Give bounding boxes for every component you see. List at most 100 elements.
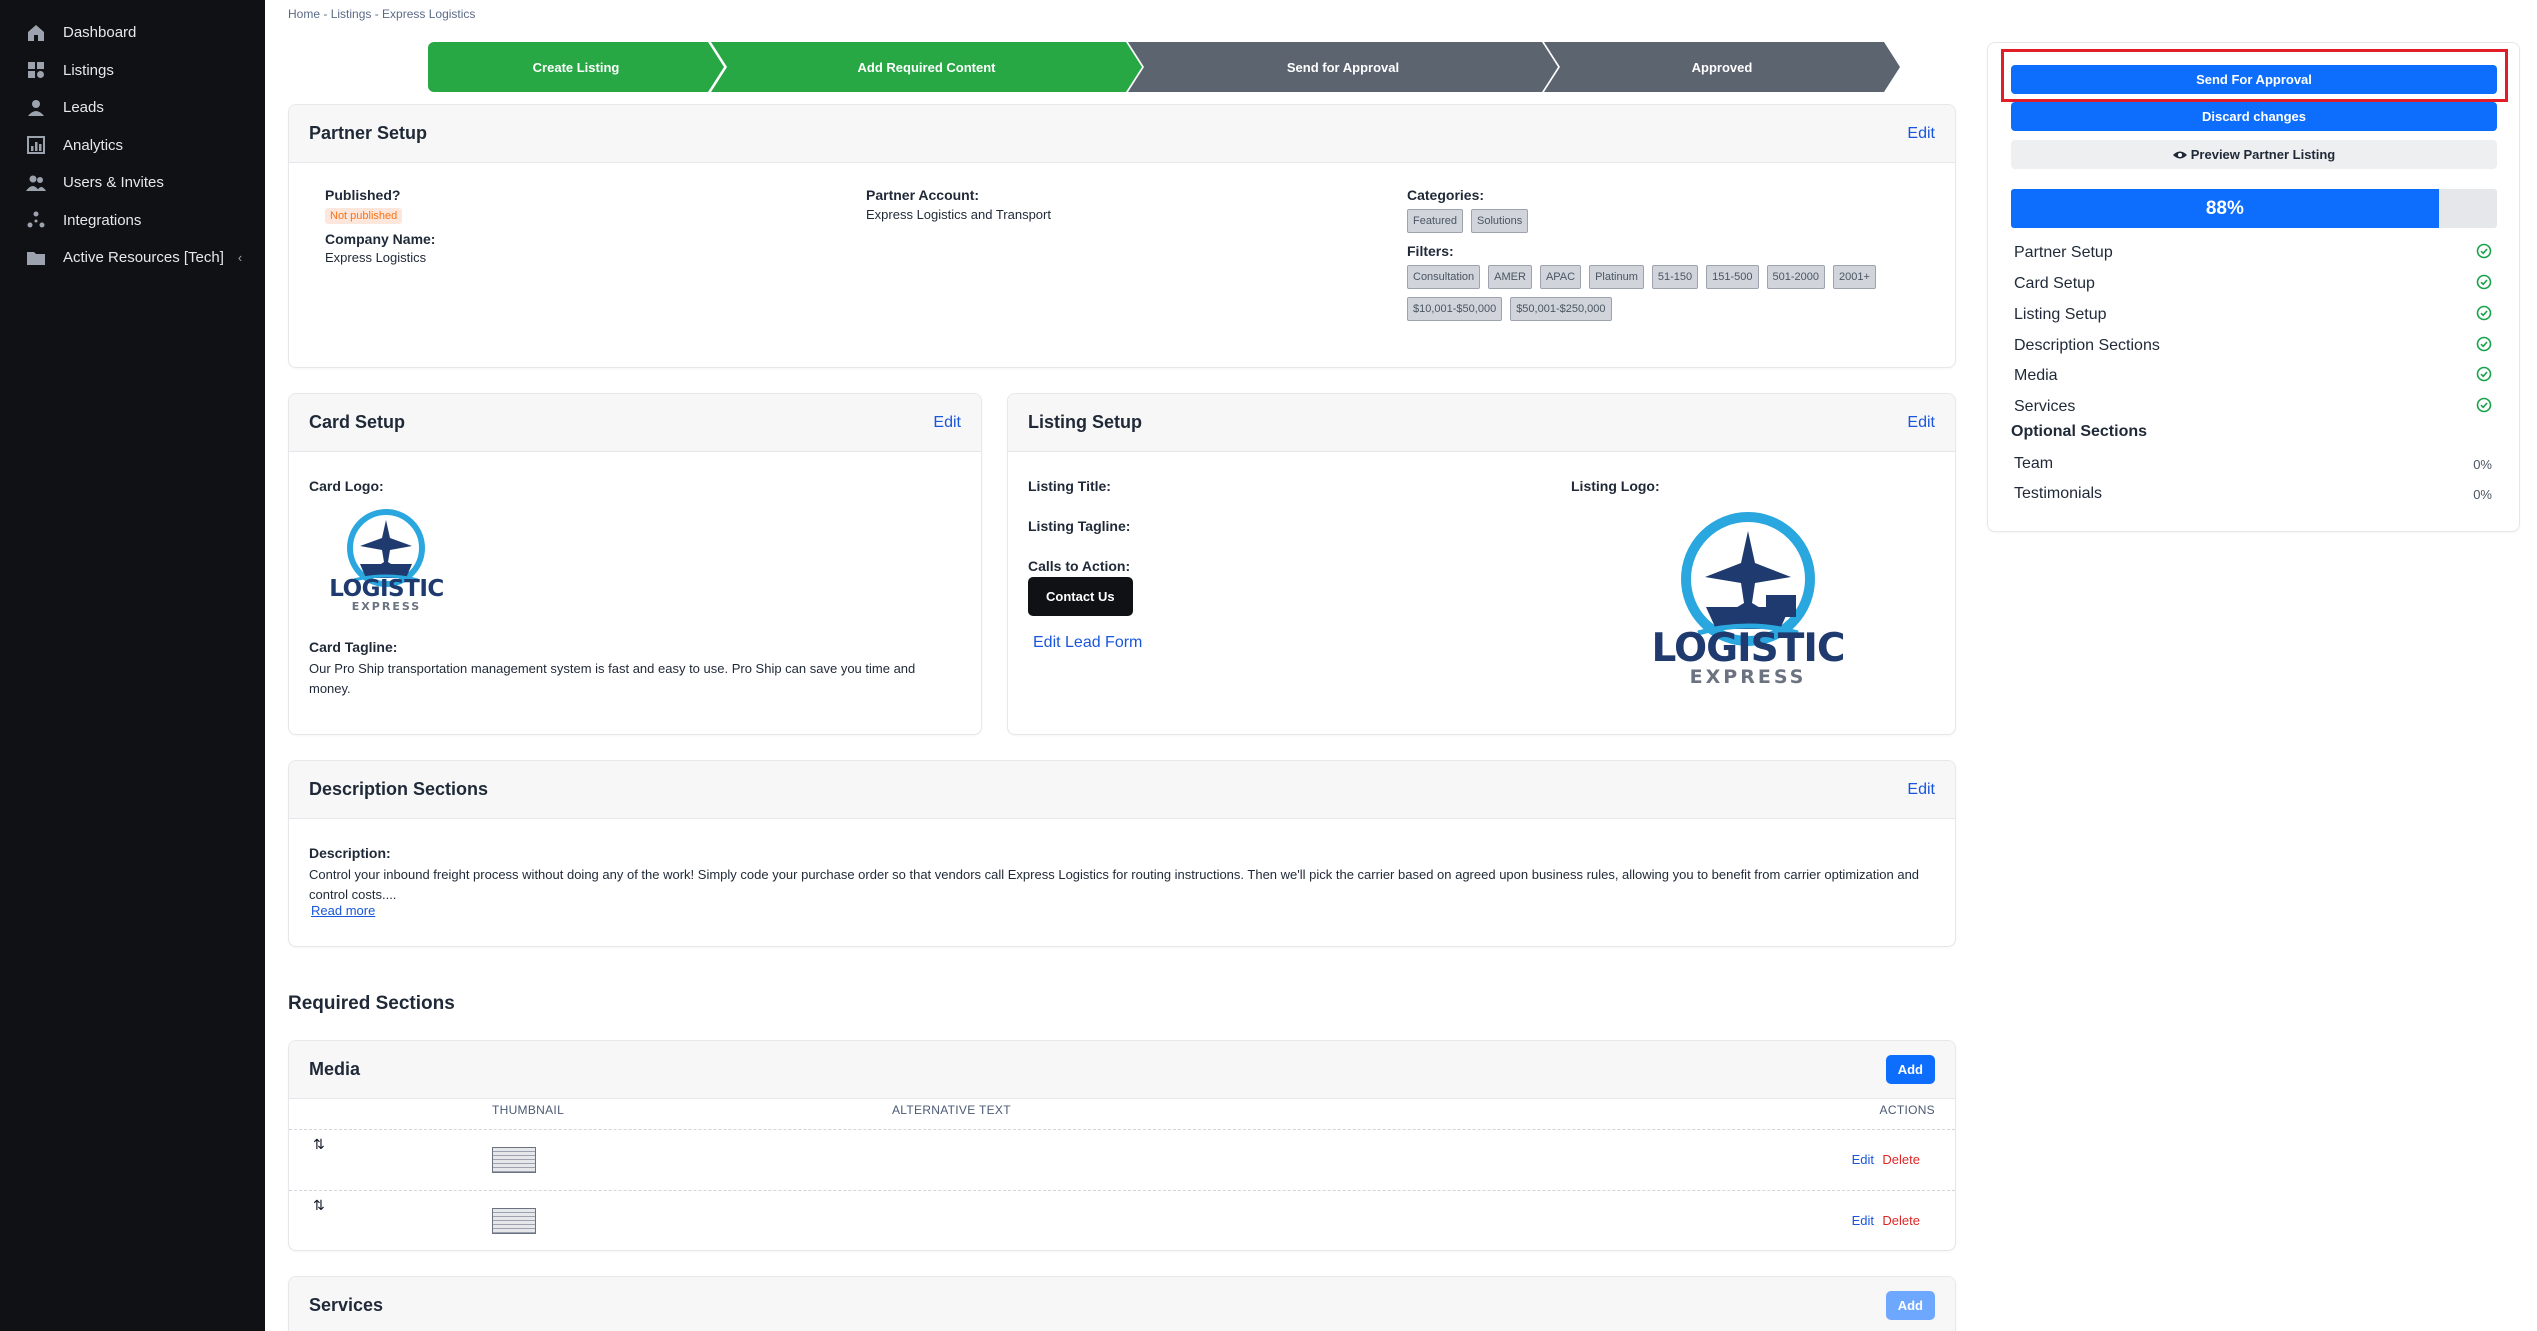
checklist-label: Media (2014, 367, 2058, 384)
services-header: Services Add (289, 1277, 1955, 1331)
step-create-listing: Create Listing (428, 42, 724, 92)
checklist-item-media[interactable]: Media (2014, 363, 2492, 389)
services-card: Services Add (288, 1276, 1956, 1331)
filter-tag: 51-150 (1651, 265, 1699, 289)
checklist-item-team[interactable]: Team 0% (2014, 451, 2492, 477)
sidebar-item-analytics[interactable]: Analytics (0, 127, 265, 165)
status-badge: Not published (325, 208, 403, 224)
media-title: Media (309, 1059, 361, 1079)
categories-tags: Featured Solutions (1407, 209, 1927, 241)
home-icon (25, 22, 47, 44)
partner-setup-header: Partner Setup Edit (289, 105, 1955, 163)
completion-percent: 0% (2473, 486, 2492, 502)
media-row-delete-link[interactable]: Delete (1882, 1213, 1920, 1228)
edit-lead-form-link[interactable]: Edit Lead Form (1033, 634, 1142, 652)
listing-setup-edit-link[interactable]: Edit (1907, 414, 1935, 432)
required-sections-title: Required Sections (288, 993, 455, 1014)
card-setup-card: Card Setup Edit Card Logo: LOGISTIC EXPR… (288, 393, 982, 735)
partner-account-field: Partner Account: Express Logistics and T… (866, 187, 1051, 222)
checklist-label: Testimonials (2014, 485, 2103, 502)
media-row-edit-link[interactable]: Edit (1852, 1152, 1874, 1167)
preview-partner-listing-button[interactable]: Preview Partner Listing (2011, 140, 2497, 169)
contact-us-button[interactable]: Contact Us (1028, 577, 1133, 616)
check-circle-icon (2476, 336, 2492, 357)
description-edit-link[interactable]: Edit (1907, 781, 1935, 799)
checklist-label: Team (2014, 455, 2054, 472)
sidebar-item-label: Integrations (63, 211, 142, 229)
step-approved: Approved (1544, 42, 1900, 92)
description-label: Description: (309, 845, 391, 861)
card-logo-label: Card Logo: (309, 478, 384, 494)
drag-handle-icon[interactable]: ⇅ (313, 1197, 325, 1214)
checklist-item-card-setup[interactable]: Card Setup (2014, 271, 2492, 297)
column-header-actions: ACTIONS (1879, 1103, 1935, 1117)
main-content: Home - Listings - Express Logistics Crea… (265, 0, 1985, 1331)
filter-tag: 501-2000 (1766, 265, 1826, 289)
checklist-item-services[interactable]: Services (2014, 394, 2492, 420)
sidebar-item-label: Users & Invites (63, 174, 164, 192)
filter-tag: APAC (1539, 265, 1582, 289)
sidebar-item-integrations[interactable]: Integrations (0, 202, 265, 240)
listing-logo-subtitle: EXPRESS (1689, 666, 1807, 688)
company-name-label: Company Name: (325, 231, 436, 247)
sidebar-item-leads[interactable]: Leads (0, 89, 265, 127)
listing-tagline-label: Listing Tagline: (1028, 518, 1131, 534)
sidebar-nav: Dashboard Listings Leads Analytics Users… (0, 0, 265, 277)
company-name-value: Express Logistics (325, 250, 427, 265)
media-table-header: THUMBNAIL ALTERNATIVE TEXT ACTIONS (289, 1103, 1955, 1125)
categories-field: Categories: Featured Solutions Filters: C… (1407, 187, 1927, 329)
discard-changes-button[interactable]: Discard changes (2011, 102, 2497, 131)
completion-progress-bar: 88% (2011, 189, 2497, 228)
sidebar-item-users-invites[interactable]: Users & Invites (0, 164, 265, 202)
categories-label: Categories: (1407, 187, 1485, 203)
listing-logo-label: Listing Logo: (1571, 478, 1660, 494)
checklist-label: Partner Setup (2014, 244, 2113, 261)
sidebar-item-active-resources[interactable]: Active Resources [Tech] ‹ (0, 239, 265, 277)
partner-setup-edit-link[interactable]: Edit (1907, 125, 1935, 143)
breadcrumb-separator: - (371, 7, 383, 21)
read-more-link[interactable]: Read more (311, 903, 375, 918)
listing-setup-header: Listing Setup Edit (1008, 394, 1955, 452)
table-row: ⇅ Edit Delete (289, 1129, 1955, 1190)
highlight-box (2001, 49, 2508, 102)
filter-tag: $10,001-$50,000 (1407, 297, 1503, 321)
sidebar: Dashboard Listings Leads Analytics Users… (0, 0, 265, 1331)
drag-handle-icon[interactable]: ⇅ (313, 1136, 325, 1153)
eye-icon (2172, 150, 2187, 160)
check-circle-icon (2476, 305, 2492, 326)
card-logo-subtitle: EXPRESS (351, 600, 422, 613)
calls-to-action-label: Calls to Action: (1028, 558, 1131, 574)
check-circle-icon (2476, 366, 2492, 387)
chevron-left-icon[interactable]: ‹ (238, 250, 242, 265)
listing-logo-wordmark: LOGISTIC (1651, 626, 1846, 671)
sidebar-item-label: Listings (63, 61, 114, 79)
listing-logo: LOGISTIC EXPRESS (1628, 509, 1868, 689)
services-add-button[interactable]: Add (1885, 1291, 1935, 1320)
listing-setup-title: Listing Setup (1028, 412, 1142, 432)
media-add-button[interactable]: Add (1885, 1055, 1935, 1084)
sidebar-item-dashboard[interactable]: Dashboard (0, 14, 265, 52)
breadcrumb-listings[interactable]: Listings (331, 7, 372, 21)
table-row: ⇅ Edit Delete (289, 1190, 1955, 1250)
filter-tag: AMER (1488, 265, 1532, 289)
media-header: Media Add (289, 1041, 1955, 1099)
category-tag: Featured (1407, 209, 1464, 233)
media-row-delete-link[interactable]: Delete (1882, 1152, 1920, 1167)
sidebar-item-listings[interactable]: Listings (0, 52, 265, 90)
checklist-item-listing-setup[interactable]: Listing Setup (2014, 302, 2492, 328)
card-setup-edit-link[interactable]: Edit (933, 414, 961, 432)
folder-icon (25, 247, 47, 269)
checklist-label: Description Sections (2014, 337, 2160, 354)
grid-icon (25, 59, 47, 81)
checklist-item-description-sections[interactable]: Description Sections (2014, 333, 2492, 359)
media-row-edit-link[interactable]: Edit (1852, 1213, 1874, 1228)
checklist-item-testimonials[interactable]: Testimonials 0% (2014, 481, 2492, 507)
filter-tag: 151-500 (1706, 265, 1759, 289)
media-thumbnail (492, 1147, 536, 1173)
approval-panel: Send For Approval Discard changes Previe… (1987, 42, 2520, 532)
checklist-item-partner-setup[interactable]: Partner Setup (2014, 240, 2492, 266)
partner-account-value: Express Logistics and Transport (866, 207, 1051, 222)
breadcrumb-home[interactable]: Home (288, 7, 320, 21)
check-circle-icon (2476, 243, 2492, 264)
card-logo-wordmark: LOGISTIC (329, 576, 444, 602)
